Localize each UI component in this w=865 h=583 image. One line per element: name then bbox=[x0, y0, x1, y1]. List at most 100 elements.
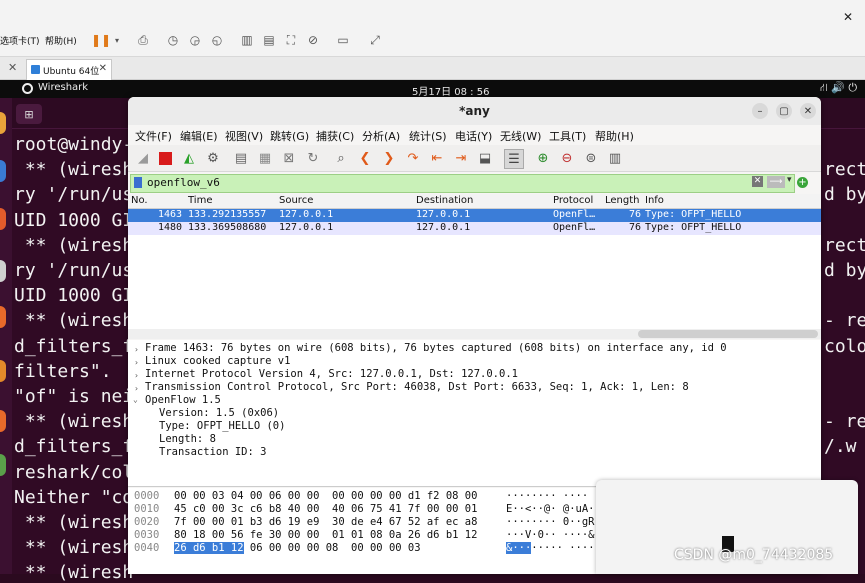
expand-arrow-icon[interactable]: › bbox=[134, 358, 139, 367]
collapse-arrow-icon[interactable]: ⌄ bbox=[133, 395, 138, 404]
menu-edit[interactable]: 编辑(E) bbox=[180, 128, 218, 144]
host-close-button[interactable]: ✕ bbox=[843, 10, 853, 24]
detail-subline[interactable]: Transaction ID: 3 bbox=[159, 446, 266, 458]
host-menu-tabs[interactable]: 选项卡(T) bbox=[0, 34, 40, 47]
resize-columns-icon[interactable]: ▥ bbox=[606, 149, 624, 167]
unity-icon[interactable]: ⊘ bbox=[304, 31, 322, 49]
stretch-icon[interactable]: ⤢ bbox=[366, 31, 384, 49]
dock-app-icon[interactable] bbox=[0, 410, 6, 432]
go-last-icon[interactable]: ⇥ bbox=[452, 149, 470, 167]
minimize-button[interactable]: – bbox=[752, 103, 768, 119]
stop-capture-icon[interactable] bbox=[156, 149, 174, 167]
capture-options-icon[interactable]: ⚙ bbox=[204, 149, 222, 167]
menu-help[interactable]: 帮助(H) bbox=[595, 128, 634, 144]
col-destination[interactable]: Destination bbox=[416, 195, 473, 206]
packet-row[interactable]: 1463 133.292135557 127.0.0.1 127.0.0.1 O… bbox=[128, 209, 821, 222]
menu-statistics[interactable]: 统计(S) bbox=[409, 128, 447, 144]
col-length[interactable]: Length bbox=[605, 195, 640, 206]
view-sidebar-icon[interactable]: ▥ bbox=[238, 31, 256, 49]
find-packet-icon[interactable]: ⌕ bbox=[332, 149, 350, 167]
terminal-new-tab-button[interactable]: ⊞ bbox=[16, 104, 42, 124]
system-tray-icons[interactable]: ⛙ 🔊 ⏻ bbox=[820, 81, 857, 96]
byte-ascii[interactable]: ········ ···· bbox=[506, 490, 588, 502]
dock-app-icon[interactable] bbox=[0, 208, 6, 230]
menu-capture[interactable]: 捕获(C) bbox=[316, 128, 354, 144]
packet-list-scroll-thumb[interactable] bbox=[638, 330, 818, 338]
detail-line[interactable]: Transmission Control Protocol, Src Port:… bbox=[145, 381, 689, 393]
byte-hex-selected[interactable]: 26 d6 b1 12 bbox=[174, 542, 244, 554]
expand-arrow-icon[interactable]: › bbox=[134, 371, 139, 380]
dock-app-icon[interactable] bbox=[0, 454, 6, 476]
snapshot-icon[interactable]: ◷ bbox=[164, 31, 182, 49]
active-app-name[interactable]: Wireshark bbox=[38, 82, 88, 93]
expand-arrow-icon[interactable]: › bbox=[134, 384, 139, 393]
display-filter-input[interactable]: openflow_v6 bbox=[147, 176, 220, 189]
go-first-icon[interactable]: ⇤ bbox=[428, 149, 446, 167]
menu-view[interactable]: 视图(V) bbox=[225, 128, 263, 144]
reload-file-icon[interactable]: ↻ bbox=[304, 149, 322, 167]
close-file-icon[interactable]: ⊠ bbox=[280, 149, 298, 167]
clock[interactable]: 5月17日 08 : 56 bbox=[412, 83, 489, 98]
dropdown-icon[interactable]: ▾ bbox=[108, 31, 126, 49]
detail-line[interactable]: Internet Protocol Version 4, Src: 127.0.… bbox=[145, 368, 518, 380]
go-to-packet-icon[interactable]: ↷ bbox=[404, 149, 422, 167]
autoscroll-icon[interactable]: ⬓ bbox=[476, 149, 494, 167]
col-protocol[interactable]: Protocol bbox=[553, 195, 593, 206]
byte-ascii[interactable]: ········ 0··gR bbox=[506, 516, 595, 528]
col-info[interactable]: Info bbox=[645, 195, 664, 206]
col-no[interactable]: No. bbox=[131, 195, 148, 206]
close-button[interactable]: ✕ bbox=[800, 103, 816, 119]
col-time[interactable]: Time bbox=[188, 195, 212, 206]
detail-subline[interactable]: Version: 1.5 (0x06) bbox=[159, 407, 279, 419]
add-filter-button-icon[interactable]: + bbox=[797, 177, 808, 188]
go-back-icon[interactable]: ❮ bbox=[356, 149, 374, 167]
detail-line[interactable]: OpenFlow 1.5 bbox=[145, 394, 221, 406]
dock-app-icon[interactable] bbox=[0, 260, 6, 282]
byte-ascii[interactable]: E··<··@· @·uA· bbox=[506, 503, 595, 515]
expand-arrow-icon[interactable]: › bbox=[134, 345, 139, 354]
detail-subline[interactable]: Length: 8 bbox=[159, 433, 216, 445]
host-menu-help[interactable]: 帮助(H) bbox=[45, 34, 77, 47]
clear-filter-icon[interactable]: ✕ bbox=[752, 176, 763, 187]
byte-ascii[interactable]: ····· ···· bbox=[531, 542, 594, 554]
dock-app-icon[interactable] bbox=[0, 306, 6, 328]
start-capture-icon[interactable]: ◢ bbox=[134, 149, 152, 167]
vm-tab[interactable]: Ubuntu 64位 ✕ bbox=[26, 59, 112, 80]
view-console-icon[interactable]: ▤ bbox=[260, 31, 278, 49]
filter-history-dropdown-icon[interactable]: ▾ bbox=[787, 175, 792, 185]
byte-ascii-row[interactable]: &········ ···· bbox=[506, 542, 595, 554]
menu-telephony[interactable]: 电话(Y) bbox=[455, 128, 492, 144]
menu-file[interactable]: 文件(F) bbox=[135, 128, 172, 144]
menu-tools[interactable]: 工具(T) bbox=[549, 128, 586, 144]
snapshot-revert-icon[interactable]: ◶ bbox=[186, 31, 204, 49]
go-forward-icon[interactable]: ❯ bbox=[380, 149, 398, 167]
vm-tab-close-icon[interactable]: ✕ bbox=[99, 63, 107, 74]
restart-capture-icon[interactable]: ◭ bbox=[180, 149, 198, 167]
menu-go[interactable]: 跳转(G) bbox=[270, 128, 309, 144]
byte-hex[interactable]: 45 c0 00 3c c6 b8 40 00 40 06 75 41 7f 0… bbox=[174, 503, 477, 515]
maximize-button[interactable]: ▢ bbox=[776, 103, 792, 119]
byte-hex[interactable]: 7f 00 00 01 b3 d6 19 e9 30 de e4 67 52 a… bbox=[174, 516, 477, 528]
menu-wireless[interactable]: 无线(W) bbox=[500, 128, 541, 144]
open-file-icon[interactable]: ▤ bbox=[232, 149, 250, 167]
byte-hex[interactable]: 06 00 00 00 08 00 00 00 03 bbox=[244, 542, 421, 554]
byte-hex[interactable]: 80 18 00 56 fe 30 00 00 01 01 08 0a 26 d… bbox=[174, 529, 477, 541]
byte-hex-row[interactable]: 26 d6 b1 12 06 00 00 00 08 00 00 00 03 bbox=[174, 542, 421, 554]
byte-hex[interactable]: 00 00 03 04 00 06 00 00 00 00 00 00 d1 f… bbox=[174, 490, 477, 502]
display-filter-bar[interactable]: openflow_v6 ✕ ⟶ ▾ bbox=[130, 174, 795, 193]
packet-row[interactable]: 1480 133.369508680 127.0.0.1 127.0.0.1 O… bbox=[128, 222, 821, 235]
terminal-icon[interactable]: ▭ bbox=[334, 31, 352, 49]
wireshark-titlebar[interactable]: *any – ▢ ✕ bbox=[128, 97, 821, 126]
detail-line[interactable]: Linux cooked capture v1 bbox=[145, 355, 290, 367]
detail-subline[interactable]: Type: OFPT_HELLO (0) bbox=[159, 420, 285, 432]
dock-app-icon[interactable] bbox=[0, 112, 6, 134]
dock-app-icon[interactable] bbox=[0, 360, 6, 382]
tabs-close-icon[interactable]: ✕ bbox=[8, 61, 17, 74]
menu-analyze[interactable]: 分析(A) bbox=[362, 128, 400, 144]
zoom-reset-icon[interactable]: ⊜ bbox=[582, 149, 600, 167]
apply-filter-icon[interactable]: ⟶ bbox=[767, 176, 785, 188]
byte-ascii[interactable]: ···V·0·· ····& bbox=[506, 529, 595, 541]
detail-line[interactable]: Frame 1463: 76 bytes on wire (608 bits),… bbox=[145, 342, 727, 354]
byte-ascii-selected[interactable]: &··· bbox=[506, 542, 532, 554]
fullscreen-icon[interactable]: ⛶ bbox=[282, 31, 300, 49]
